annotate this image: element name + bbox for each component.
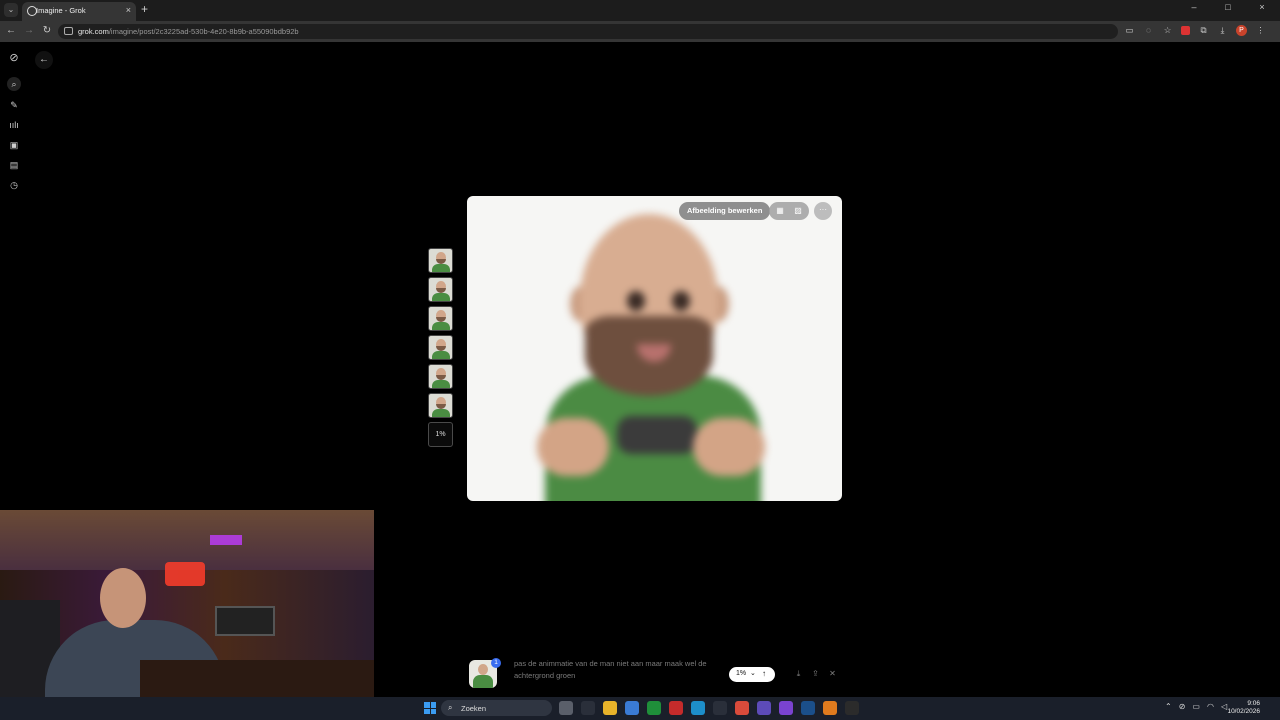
minimize-icon[interactable]: –: [1186, 2, 1202, 12]
search-icon[interactable]: ⌕: [7, 77, 21, 91]
prompt-actions: ⤓ ⇪ ✕: [794, 669, 837, 680]
projects-icon[interactable]: ▤: [7, 158, 21, 172]
thumbnail-4[interactable]: [428, 335, 453, 360]
app-last-icon[interactable]: [845, 701, 859, 715]
more-options-button[interactable]: ···: [814, 202, 832, 220]
video-mode-icon[interactable]: ▦: [774, 205, 786, 217]
tab-strip: ⌄ Imagine - Grok × + – □ ×: [0, 0, 1280, 21]
thumbnail-3[interactable]: [428, 306, 453, 331]
steam-icon[interactable]: [801, 701, 815, 715]
media-mode-toggle[interactable]: ▦ ▨: [769, 202, 809, 220]
imagine-icon[interactable]: ▣: [7, 138, 21, 152]
new-chat-icon[interactable]: ✎: [7, 98, 21, 112]
address-bar[interactable]: grok.com/imagine/post/2c3225ad-530b-4e20…: [58, 24, 1118, 39]
forward-icon[interactable]: →: [22, 25, 36, 36]
edit-image-button[interactable]: Afbeelding bewerken: [679, 202, 771, 220]
chevron-down-icon[interactable]: ⌄: [750, 669, 756, 677]
bookmark-star-icon[interactable]: ☆: [1162, 25, 1173, 36]
browser-toolbar: ← → ↻ grok.com/imagine/post/2c3225ad-530…: [0, 21, 1280, 42]
app-orange-icon[interactable]: [823, 701, 837, 715]
tab-imagine-grok[interactable]: Imagine - Grok ×: [22, 2, 136, 21]
search-icon: ⌕: [448, 703, 453, 712]
store-icon[interactable]: [625, 701, 639, 715]
thumbnail-1[interactable]: [428, 248, 453, 273]
thumbnail-6[interactable]: [428, 393, 453, 418]
file-explorer-icon[interactable]: [603, 701, 617, 715]
task-view-icon[interactable]: [559, 701, 573, 715]
thumbnail-generating[interactable]: 1%: [428, 422, 453, 447]
webcam-overlay: [0, 510, 374, 697]
xbox-icon[interactable]: [647, 701, 661, 715]
clock-date: 10/02/2026: [1227, 708, 1260, 715]
steam-like-icon[interactable]: [581, 701, 595, 715]
back-button[interactable]: ←: [35, 51, 53, 69]
generated-image-card[interactable]: Afbeelding bewerken ▦ ▨ ···: [467, 196, 842, 501]
app-red-icon[interactable]: [669, 701, 683, 715]
progress-submit-pill[interactable]: 1% ⌄ ↑: [729, 667, 775, 682]
thumbnail-5[interactable]: [428, 364, 453, 389]
taskbar-clock[interactable]: 9:06 10/02/2026: [1226, 700, 1260, 716]
prompt-input[interactable]: pas de animmatie van de man niet aan maa…: [514, 658, 734, 682]
app-cam-icon[interactable]: [779, 701, 793, 715]
search-label: Zoeken: [461, 704, 487, 713]
tab-title: Imagine - Grok: [36, 6, 86, 15]
download-icon[interactable]: ⤓: [794, 669, 803, 680]
url-path: /imagine/post/2c3225ad-530b-4e20-8b9b-a5…: [108, 27, 299, 36]
taskbar-apps: [559, 701, 859, 715]
thumbnail-2[interactable]: [428, 277, 453, 302]
eye-off-icon[interactable]: ◌: [1143, 25, 1154, 36]
system-tray: ⌃ ⊘ ▭ ◠ ◁: [1165, 702, 1227, 711]
window-controls: – □ ×: [1186, 2, 1270, 12]
generated-image: [467, 196, 842, 501]
chrome-icon[interactable]: [735, 701, 749, 715]
restore-icon[interactable]: □: [1220, 2, 1236, 12]
profile-avatar[interactable]: P: [1236, 25, 1247, 36]
new-tab-icon[interactable]: +: [141, 2, 148, 16]
image-mode-icon[interactable]: ▨: [792, 205, 804, 217]
extension-red-icon[interactable]: [1181, 26, 1190, 35]
grok-logo-icon[interactable]: ⊘: [7, 51, 21, 65]
tab-close-icon[interactable]: ×: [126, 5, 131, 15]
app-x-icon[interactable]: [713, 701, 727, 715]
url-text[interactable]: grok.com/imagine/post/2c3225ad-530b-4e20…: [78, 27, 299, 36]
network-off-icon[interactable]: ⊘: [1179, 702, 1186, 711]
extensions-puzzle-icon[interactable]: ⧉: [1198, 25, 1209, 36]
progress-percent: 1%: [736, 670, 747, 677]
history-icon[interactable]: ◷: [7, 178, 21, 192]
tray-overflow-icon[interactable]: ⌃: [1165, 702, 1172, 711]
tab-search-icon[interactable]: ⌄: [4, 3, 18, 17]
voice-icon[interactable]: ıılı: [7, 118, 21, 132]
reload-icon[interactable]: ↻: [40, 25, 54, 36]
url-host: grok.com: [78, 27, 109, 36]
close-icon[interactable]: ✕: [828, 669, 837, 680]
share-icon[interactable]: ⇪: [811, 669, 820, 680]
windows-start-icon[interactable]: [424, 702, 436, 714]
taskbar-search[interactable]: ⌕ Zoeken: [441, 700, 552, 716]
send-arrow-icon[interactable]: ↑: [762, 669, 766, 678]
app-purple-icon[interactable]: [757, 701, 771, 715]
cast-icon[interactable]: ▭: [1124, 25, 1135, 36]
site-info-icon[interactable]: [64, 27, 73, 35]
generation-thumbnails: 1%: [428, 248, 454, 447]
toolbar-icons: ▭ ◌ ☆ ⧉ ⤓ P ⋮: [1124, 25, 1266, 36]
wifi-icon[interactable]: ◠: [1207, 702, 1214, 711]
close-window-icon[interactable]: ×: [1254, 2, 1270, 12]
back-icon[interactable]: ←: [4, 25, 18, 36]
menu-kebab-icon[interactable]: ⋮: [1255, 25, 1266, 36]
edge-icon[interactable]: [691, 701, 705, 715]
windows-taskbar: ⌕ Zoeken ⌃ ⊘ ▭ ◠ ◁ 9:06 10/02/2026: [0, 697, 1280, 720]
clock-time: 9:06: [1247, 700, 1260, 707]
reference-count-badge: 1: [491, 658, 501, 668]
download-icon[interactable]: ⤓: [1217, 25, 1228, 36]
display-icon[interactable]: ▭: [1192, 702, 1200, 711]
